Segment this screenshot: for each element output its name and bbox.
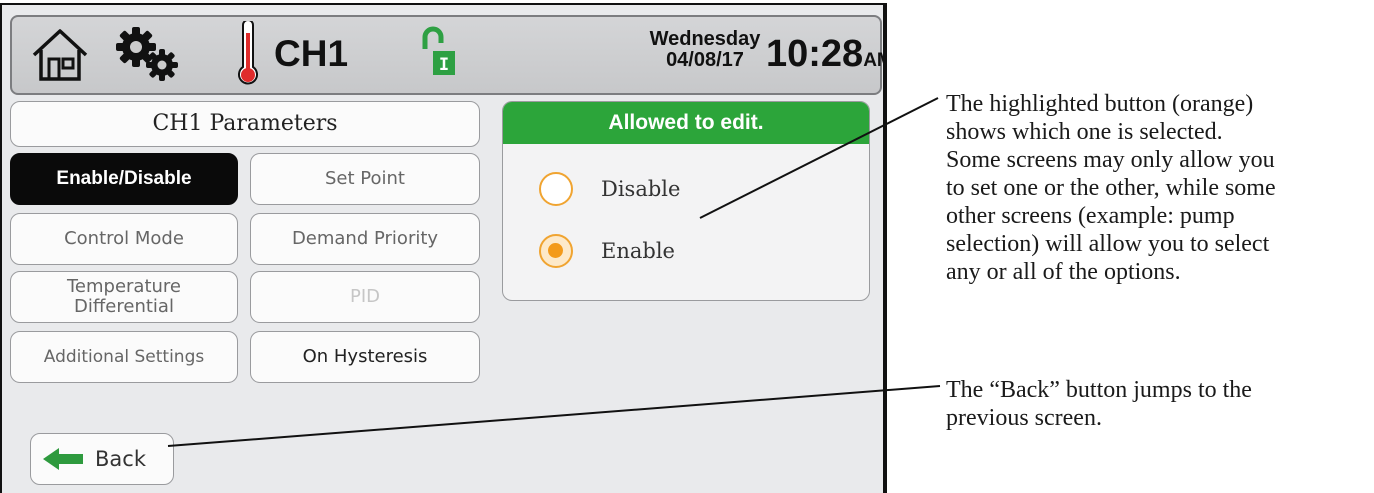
radio-note-line: any or all of the options. bbox=[946, 259, 1181, 285]
radio-note-line: selection) will allow you to select bbox=[946, 231, 1270, 257]
radio-callout-line bbox=[699, 97, 939, 219]
back-annotation: The “Back” button jumps to the previous … bbox=[946, 376, 1252, 432]
radio-note-line: to set one or the other, while some bbox=[946, 175, 1276, 201]
back-callout-line bbox=[167, 385, 941, 447]
back-note-line: previous screen. bbox=[946, 405, 1102, 431]
radio-note-line: shows which one is selected. bbox=[946, 119, 1223, 145]
back-note-line: The “Back” button jumps to the bbox=[946, 377, 1252, 403]
radio-annotation: The highlighted button (orange) shows wh… bbox=[946, 90, 1276, 286]
radio-note-line: other screens (example: pump bbox=[946, 203, 1235, 229]
radio-note-line: Some screens may only allow you bbox=[946, 147, 1275, 173]
radio-note-line: The highlighted button (orange) bbox=[946, 91, 1254, 117]
